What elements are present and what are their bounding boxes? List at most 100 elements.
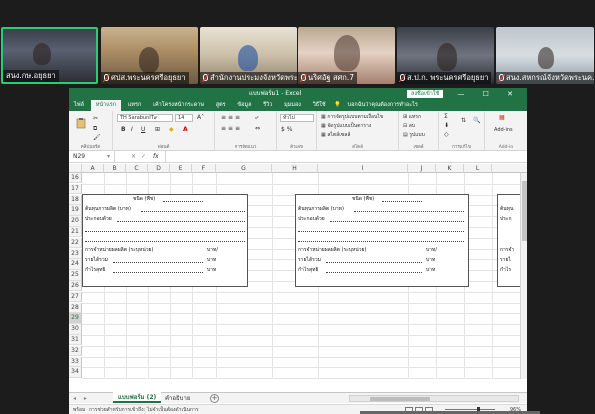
zoom-slider[interactable] — [445, 409, 495, 410]
name-box-dropdown-icon[interactable]: ▾ — [107, 151, 110, 162]
row-header[interactable]: 23 — [69, 248, 82, 259]
row-header[interactable]: 26 — [69, 281, 82, 292]
scroll-thumb[interactable] — [522, 181, 527, 241]
add-sheet-button[interactable]: + — [210, 394, 219, 403]
tab-review[interactable]: รีวิว — [258, 100, 277, 111]
row-header[interactable]: 19 — [69, 205, 82, 216]
fill-icon[interactable]: ⬇ — [444, 122, 449, 129]
participant-tile[interactable]: ส.ป.ก. พระนครศรีอยุธยา — [397, 27, 494, 84]
column-header[interactable]: C — [126, 164, 148, 173]
column-header[interactable]: F — [192, 164, 216, 173]
sort-filter-icon[interactable]: ⇅ — [461, 117, 466, 124]
column-header[interactable]: B — [104, 164, 126, 173]
addins-icon[interactable]: ▦ — [499, 114, 505, 121]
formula-input[interactable] — [165, 151, 527, 162]
font-size-dropdown[interactable]: 14 — [175, 114, 193, 122]
autosum-icon[interactable]: Σ — [444, 113, 448, 120]
row-header[interactable]: 21 — [69, 227, 82, 238]
signin-button[interactable]: ลงชื่อเข้าใช้ — [407, 90, 444, 98]
copy-icon[interactable]: ⧉ — [93, 125, 97, 133]
column-header[interactable]: E — [170, 164, 192, 173]
tell-me-search[interactable]: 💡 บอกฉันว่าคุณต้องการทำอะไร — [329, 100, 428, 111]
cancel-icon[interactable]: ✕ — [131, 151, 136, 162]
column-header[interactable]: H — [272, 164, 318, 173]
tab-view[interactable]: มุมมอง — [279, 100, 306, 111]
row-header[interactable]: 22 — [69, 237, 82, 249]
row-header[interactable]: 27 — [69, 291, 82, 303]
row-header[interactable]: 25 — [69, 270, 82, 281]
tab-insert[interactable]: แทรก — [123, 100, 146, 111]
currency-icon[interactable]: $ % — [281, 126, 292, 133]
find-select-icon[interactable]: 🔍 — [473, 117, 480, 124]
sheet-nav-arrows[interactable]: ◂ ▸ — [73, 393, 90, 404]
format-painter-icon[interactable]: 🖌 — [93, 134, 101, 141]
italic-button[interactable]: I — [131, 126, 133, 133]
row-header[interactable]: 32 — [69, 345, 82, 357]
column-header[interactable]: A — [82, 164, 104, 173]
column-header[interactable]: K — [436, 164, 464, 173]
sheet-tab-form[interactable]: แบบฟอร์ม (2) — [113, 392, 162, 403]
row-header[interactable]: 20 — [69, 216, 82, 227]
tab-help[interactable]: วิธีใช้ — [308, 100, 331, 111]
row-header[interactable]: 33 — [69, 356, 82, 367]
scroll-thumb[interactable] — [370, 397, 430, 401]
font-color-icon[interactable]: A — [183, 126, 188, 133]
column-header[interactable]: I — [318, 164, 408, 173]
delete-cells-button[interactable]: ⊟ ลบ — [403, 122, 415, 130]
window-controls[interactable]: — ☐ ✕ — [457, 88, 521, 100]
worksheet-grid[interactable]: A B C D E F G H I J K L 16 17 18 19 20 21 22 23… — [69, 164, 527, 379]
group-label: ตัวเลข — [290, 145, 303, 150]
sheet-tab-description[interactable]: คำอธิบาย — [165, 393, 190, 404]
horizontal-scrollbar[interactable] — [349, 395, 519, 402]
row-header[interactable]: 31 — [69, 335, 82, 346]
bold-button[interactable]: B — [121, 126, 126, 133]
conditional-formatting-button[interactable]: ▦ การจัดรูปแบบตามเงื่อนไข — [321, 113, 383, 121]
column-header[interactable]: D — [148, 164, 170, 173]
row-header[interactable]: 29 — [69, 313, 82, 324]
column-header[interactable] — [492, 164, 527, 173]
underline-button[interactable]: U — [141, 126, 145, 133]
tab-page-layout[interactable]: เค้าโครงหน้ากระดาษ — [148, 100, 209, 111]
clear-icon[interactable]: ◇ — [444, 131, 449, 138]
font-name-dropdown[interactable]: TH SarabunIT๙ — [117, 114, 173, 122]
format-cells-button[interactable]: ▤ รูปแบบ — [403, 131, 425, 139]
row-header[interactable]: 28 — [69, 302, 82, 313]
row-header[interactable]: 30 — [69, 324, 82, 335]
merge-center-icon[interactable]: ⇔ — [255, 125, 260, 132]
select-all-corner[interactable] — [69, 164, 82, 173]
row-header[interactable]: 18 — [69, 194, 82, 205]
borders-icon[interactable]: ⊞ — [155, 126, 160, 133]
participant-tile[interactable]: ศปส.พระนครศรีอยุธยา — [101, 27, 198, 84]
grow-font-icon[interactable]: A˄ — [197, 114, 204, 121]
participant-tile[interactable]: สนง.กษ.อยุธยา — [1, 27, 98, 84]
participant-tile[interactable]: สนง.สหกรณ์จังหวัดพระนค... — [496, 27, 594, 84]
row-header[interactable]: 16 — [69, 173, 82, 184]
addins-button[interactable]: Add-ins — [494, 127, 513, 133]
tab-file[interactable]: ไฟล์ — [69, 100, 89, 111]
row-header[interactable]: 34 — [69, 367, 82, 378]
column-header[interactable]: L — [464, 164, 492, 173]
insert-function-button[interactable]: fx — [153, 151, 159, 162]
row-header[interactable]: 17 — [69, 183, 82, 195]
accessibility-status[interactable]: การช่วยสำหรับการเข้าถึง: ไม่จำเป็นต้องดำ… — [89, 405, 199, 414]
horizontal-align-icons[interactable]: ≡≡≡ — [221, 125, 242, 132]
column-header[interactable]: J — [408, 164, 436, 173]
cell-styles-button[interactable]: ▦ สไตล์เซลล์ — [321, 131, 350, 139]
participant-tile[interactable]: สำนักงานประมงจังหวัดพระ... — [200, 27, 297, 84]
cut-icon[interactable]: ✂ — [93, 115, 98, 122]
participant-tile[interactable]: นริศอัฐ สศก.7 — [298, 27, 395, 84]
tab-formulas[interactable]: สูตร — [211, 100, 231, 111]
vertical-scrollbar[interactable] — [520, 173, 527, 379]
number-format-dropdown[interactable]: ทั่วไป — [280, 114, 314, 122]
tab-home[interactable]: หน้าแรก — [90, 100, 122, 111]
enter-icon[interactable]: ✓ — [141, 151, 146, 162]
insert-cells-button[interactable]: ⊞ แทรก — [403, 113, 421, 121]
paste-icon[interactable] — [75, 117, 87, 129]
format-as-table-button[interactable]: ▦ จัดรูปแบบเป็นตาราง — [321, 122, 371, 130]
column-header[interactable]: G — [216, 164, 272, 173]
row-header[interactable]: 24 — [69, 259, 82, 270]
vertical-align-icons[interactable]: ≡≡≡ — [221, 114, 242, 121]
fill-color-icon[interactable]: ◆ — [169, 126, 174, 133]
tab-data[interactable]: ข้อมูล — [232, 100, 256, 111]
wrap-text-icon[interactable]: ⤶ — [255, 114, 258, 122]
